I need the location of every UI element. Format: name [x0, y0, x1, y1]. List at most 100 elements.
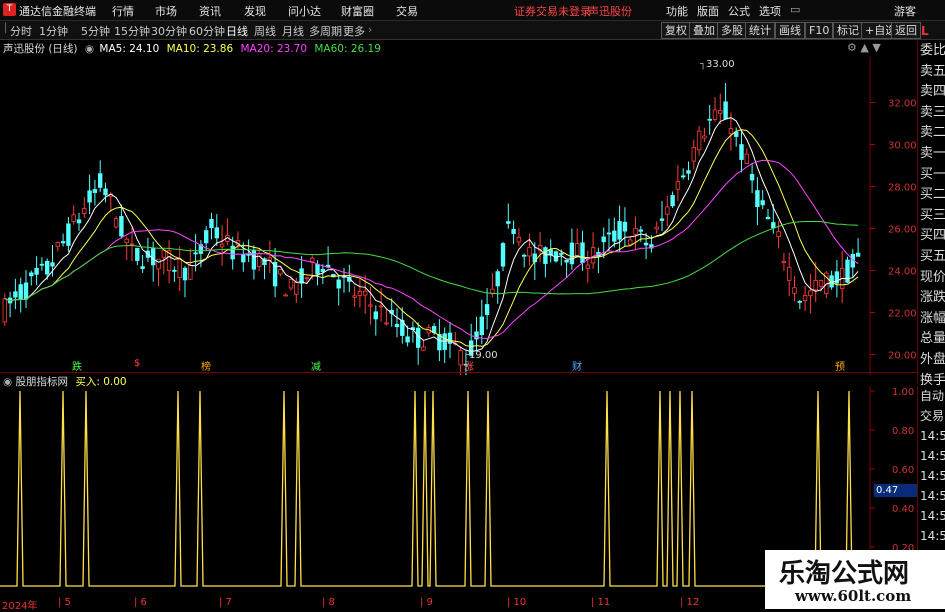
time-label: 14:56: [920, 489, 945, 503]
event-marker[interactable]: 榜: [201, 358, 211, 373]
chevron-right-icon[interactable]: ›: [368, 23, 372, 36]
btn-back[interactable]: 返回: [891, 22, 921, 39]
event-marker[interactable]: $: [134, 358, 140, 369]
candle-body: [362, 290, 368, 296]
buy-signal-line: [0, 390, 860, 587]
candle-body: [622, 221, 628, 232]
candle-body: [50, 262, 55, 267]
candle-body: [2, 298, 7, 323]
candle-body: [140, 266, 145, 269]
candle-body: [569, 242, 575, 265]
event-marker[interactable]: 跌: [72, 358, 82, 373]
candle-body: [511, 228, 516, 235]
menu-gongshi[interactable]: 公式: [728, 3, 750, 19]
ma10-line: [4, 129, 859, 347]
btn-fuquan[interactable]: 复权: [661, 22, 691, 39]
candle-body: [670, 195, 675, 207]
candle-body: [643, 242, 649, 246]
user-label[interactable]: 游客: [894, 3, 916, 19]
candle-body: [675, 181, 681, 190]
menu-zixun[interactable]: 资讯: [199, 3, 221, 19]
candlestick-chart[interactable]: 32.00 30.00 28.00 26.00 24.00 22.00 20.00: [0, 57, 917, 375]
candle-body: [219, 243, 225, 248]
candle-body: [203, 230, 209, 244]
event-marker[interactable]: 涨: [464, 358, 474, 373]
candle-body: [771, 222, 776, 229]
side-label: 现价: [920, 269, 945, 285]
login-notice[interactable]: 证券交易未登录: [514, 3, 591, 19]
side-label: 买一: [920, 166, 945, 182]
btn-huaxian[interactable]: 画线: [775, 22, 805, 39]
period-fenshi[interactable]: 分时: [10, 23, 32, 39]
period-15min[interactable]: 15分钟: [114, 23, 150, 39]
menu-gongneng[interactable]: 功能: [666, 3, 688, 19]
event-marker[interactable]: 财: [572, 358, 582, 373]
indicator-tick-label: 0.60: [892, 465, 914, 476]
side-label: 买五: [920, 248, 945, 264]
auto-trade-button[interactable]: 交易: [918, 406, 945, 426]
period-60min[interactable]: 60分钟: [189, 23, 225, 39]
side-label: 涨幅: [920, 310, 945, 326]
candle-body: [665, 206, 670, 215]
menu-jiaoyi[interactable]: 交易: [396, 3, 418, 19]
btn-tongji[interactable]: 统计: [745, 22, 775, 39]
ma10-label: MA10: 23.86: [166, 43, 234, 55]
menu-wenxiaoda[interactable]: 问小达: [288, 3, 321, 19]
btn-duogu[interactable]: 多股: [717, 22, 747, 39]
candle-body: [394, 323, 400, 328]
period-30min[interactable]: 30分钟: [151, 23, 187, 39]
side-label: 买二: [920, 187, 945, 203]
menu-faxian[interactable]: 发现: [244, 3, 266, 19]
btn-f10[interactable]: F10: [805, 22, 834, 39]
menu-banmian[interactable]: 版面: [697, 3, 719, 19]
candle-body: [320, 268, 325, 273]
candle-body: [739, 144, 744, 160]
period-5min[interactable]: 5分钟: [81, 23, 110, 39]
candle-body: [585, 264, 590, 269]
period-more[interactable]: 更多: [343, 23, 365, 39]
candle-body: [172, 269, 177, 272]
menu-shichang[interactable]: 市场: [155, 3, 177, 19]
dropdown-icon[interactable]: ◉: [85, 43, 94, 55]
period-daily[interactable]: 日线: [226, 23, 248, 39]
btn-biaoji[interactable]: 标记: [833, 22, 863, 39]
candle-body: [559, 252, 564, 255]
candle-body: [288, 279, 294, 289]
side-label: 委比: [920, 43, 945, 58]
settings-icons[interactable]: ⚙ ▲ ▼: [847, 41, 881, 54]
auto-trade-button[interactable]: 自动: [918, 386, 945, 406]
menu-bar: T 通达信金融终端 行情 市场 资讯 发现 问小达 财富圈 交易 证券交易未登录…: [0, 0, 945, 21]
candle-body: [606, 232, 612, 235]
menu-caifuquan[interactable]: 财富圈: [341, 3, 374, 19]
candle-body: [92, 189, 98, 193]
candle-body: [29, 272, 34, 277]
period-multi[interactable]: 多周期: [309, 23, 342, 39]
candle-body: [527, 247, 532, 257]
side-label: 卖二: [920, 125, 945, 141]
event-marker[interactable]: 减: [311, 358, 321, 373]
time-label: 14:56: [920, 509, 945, 523]
period-weekly[interactable]: 周线: [254, 23, 276, 39]
candle-body: [378, 305, 384, 308]
price-tick-label: 22.00: [888, 309, 917, 320]
candle-body: [182, 267, 188, 281]
event-marker[interactable]: 预: [835, 358, 845, 373]
date-axis: 2024年 | 5 | 6 | 7 | 8 | 9 | 10 | 11 | 12: [0, 597, 770, 612]
high-price-label: ┐33.00: [700, 59, 735, 70]
menu-hangqing[interactable]: 行情: [112, 3, 134, 19]
candle-body: [797, 300, 802, 303]
candle-body: [82, 208, 87, 214]
candle-body: [113, 218, 119, 228]
toolbar-grip-icon: │: [3, 24, 9, 34]
period-monthly[interactable]: 月线: [282, 23, 304, 39]
app-title: 通达信金融终端: [19, 5, 96, 18]
minimize-icon[interactable]: ▭: [790, 3, 800, 16]
candle-body: [691, 147, 696, 162]
menu-xuanxiang[interactable]: 选项: [759, 3, 781, 19]
candle-body: [55, 242, 60, 247]
period-1min[interactable]: 1分钟: [39, 23, 68, 39]
l2-indicator-icon[interactable]: L: [921, 24, 929, 38]
indicator-tick-label: 1.00: [892, 387, 914, 398]
candle-body: [119, 216, 124, 237]
btn-diejia[interactable]: 叠加: [689, 22, 719, 39]
